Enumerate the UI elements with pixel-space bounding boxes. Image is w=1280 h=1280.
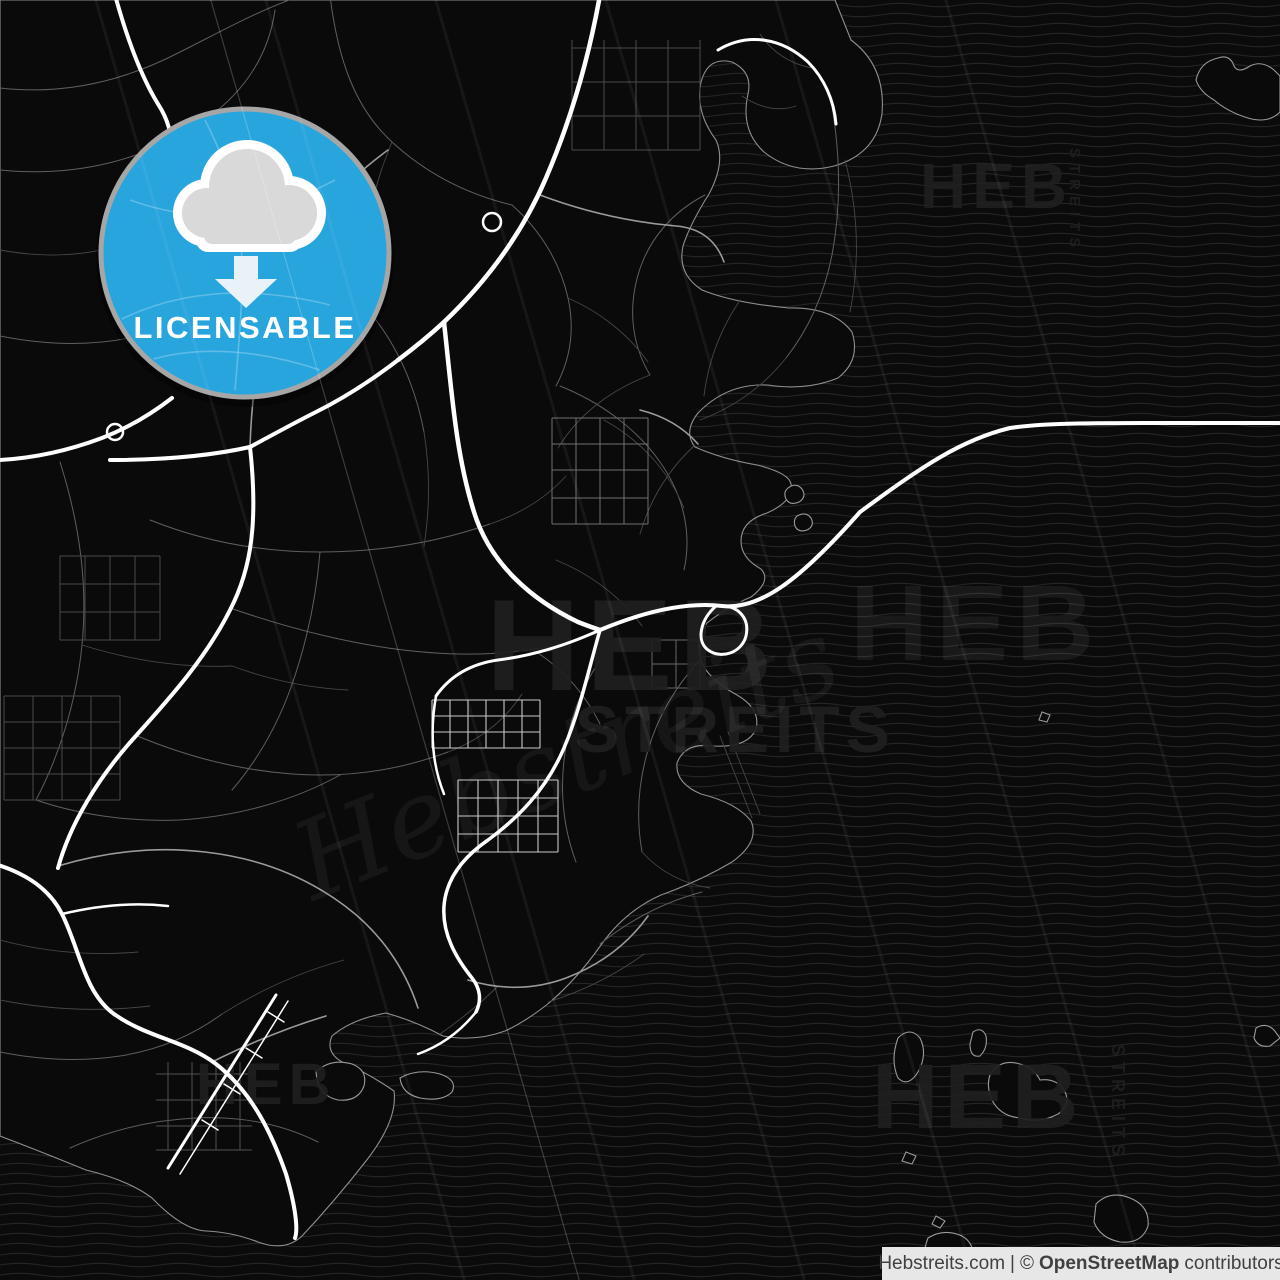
attribution-copyright: © [1020, 1253, 1034, 1275]
watermark-brand: HEB [920, 150, 1073, 222]
island [794, 514, 812, 531]
watermark-brand-bottom-left: HEB [196, 1052, 336, 1117]
attribution-suffix: contributors [1184, 1253, 1280, 1275]
watermark-brand-vertical: STREITS [1066, 148, 1083, 253]
island [785, 485, 804, 503]
badge-label: LICENSABLE [133, 310, 356, 345]
attribution-bar: Hebstreits.com | © OpenStreetMap contrib… [882, 1247, 1280, 1280]
watermark-brand-vertical-2: STREITS [1108, 1044, 1128, 1162]
attribution-source: Hebstreits.com [878, 1253, 1005, 1275]
watermark-brand-bottom-right: HEB [872, 1046, 1084, 1148]
watermark-brand-faint: HEB [850, 562, 1102, 683]
attribution-osm: OpenStreetMap [1039, 1253, 1179, 1275]
map-poster: HEB STREITS HEB STREITS HEB HEB HEB STRE… [0, 0, 1280, 1280]
map-canvas: HEB STREITS HEB STREITS HEB HEB HEB STRE… [0, 0, 1280, 1280]
attribution-separator: | [1010, 1253, 1015, 1275]
